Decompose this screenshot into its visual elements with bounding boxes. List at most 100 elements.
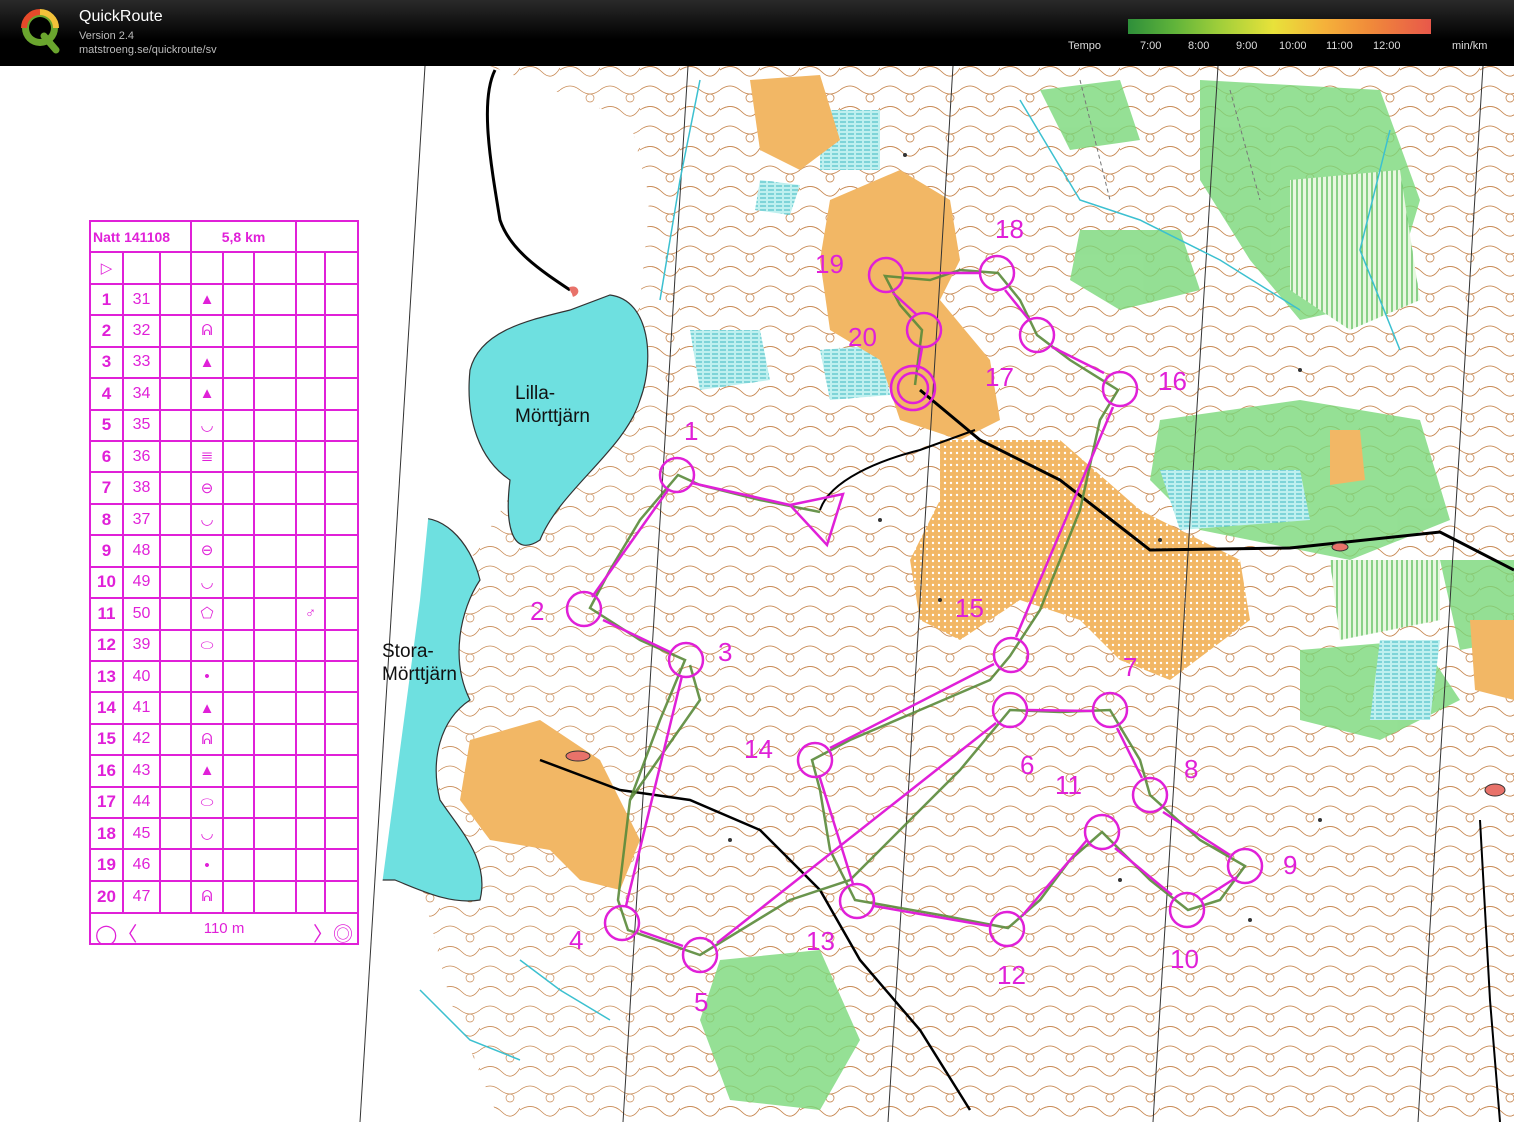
description-row: 20 47 ᕱ xyxy=(89,879,360,914)
description-row: 3 33 ▲ xyxy=(89,345,360,380)
description-row: 19 46 • xyxy=(89,848,360,882)
control-label-15: 15 xyxy=(955,593,984,623)
finish-distance: 110 m xyxy=(203,919,245,937)
control-number: 7 xyxy=(89,471,124,505)
tempo-tick: 7:00 xyxy=(1140,40,1162,52)
tempo-tick: 11:00 xyxy=(1326,40,1353,52)
tempo-unit: min/km xyxy=(1452,40,1488,52)
control-label-6: 6 xyxy=(1020,750,1035,780)
lake-name-line1: Stora- xyxy=(382,641,434,662)
description-row: 7 38 ⊖ xyxy=(89,471,360,505)
control-code: 44 xyxy=(122,785,161,820)
feature-symbol-icon: ᕱ xyxy=(190,722,225,757)
description-row: 8 37 ◡ xyxy=(89,502,360,537)
feature-symbol-icon: ◡ xyxy=(190,408,225,442)
description-row: 17 44 ⬭ xyxy=(89,785,360,820)
control-description-table: Natt 141108 5,8 km ▷ 1 31 ▲ 2 32 ᕱ 3 33 ▲ 4 34 ▲ 5 35… xyxy=(88,219,360,946)
description-row: 5 35 ◡ xyxy=(89,408,360,442)
description-rows: 1 31 ▲ 2 32 ᕱ 3 33 ▲ 4 34 ▲ 5 35 ◡ 6 36 ≣ 7 38 ⊖ 8 37 ◡ 9 48 ⊖ 10 49… xyxy=(89,282,360,914)
feature-symbol-icon: ▲ xyxy=(190,377,225,411)
control-label-7: 7 xyxy=(1123,652,1138,682)
lake-name-line1: Lilla- xyxy=(515,383,556,404)
control-label-11: 11 xyxy=(1055,770,1082,800)
description-row: 12 39 ⬭ xyxy=(89,628,360,662)
appearance-symbol-icon: ♂ xyxy=(295,597,327,631)
control-label-10: 10 xyxy=(1170,944,1199,974)
app-version: Version 2.4 xyxy=(79,30,135,42)
control-label-3: 3 xyxy=(718,637,733,667)
control-code: 40 xyxy=(122,659,161,694)
feature-symbol-icon: • xyxy=(190,659,225,694)
control-number: 16 xyxy=(89,754,124,788)
control-code: 31 xyxy=(122,282,161,317)
control-label-20: 20 xyxy=(848,322,877,352)
control-label-18: 18 xyxy=(995,214,1024,244)
description-row: 13 40 • xyxy=(89,659,360,694)
control-number: 13 xyxy=(89,659,124,694)
description-row: 9 48 ⊖ xyxy=(89,534,360,568)
tempo-tick: 9:00 xyxy=(1236,40,1258,52)
feature-symbol-icon: ⊖ xyxy=(190,471,225,505)
feature-symbol-icon: ⬭ xyxy=(190,628,225,662)
tempo-color-scale xyxy=(1128,19,1431,34)
tempo-tick: 12:00 xyxy=(1373,40,1401,52)
control-number: 2 xyxy=(89,314,124,348)
control-code: 49 xyxy=(122,565,161,600)
feature-symbol-icon: ⬠ xyxy=(190,597,225,631)
control-number: 5 xyxy=(89,408,124,442)
control-code: 38 xyxy=(122,471,161,505)
control-code: 32 xyxy=(122,314,161,348)
control-label-13: 13 xyxy=(806,926,835,956)
control-number: 10 xyxy=(89,565,124,600)
control-number: 12 xyxy=(89,628,124,662)
description-row: 2 32 ᕱ xyxy=(89,314,360,348)
control-code: 43 xyxy=(122,754,161,788)
description-row: 4 34 ▲ xyxy=(89,377,360,411)
description-row: 18 45 ◡ xyxy=(89,817,360,851)
control-label-4: 4 xyxy=(569,925,584,955)
feature-symbol-icon: ▲ xyxy=(190,345,225,380)
description-row: 15 42 ᕱ xyxy=(89,722,360,757)
feature-symbol-icon: ▲ xyxy=(190,691,225,725)
control-code: 35 xyxy=(122,408,161,442)
control-label-5: 5 xyxy=(694,987,709,1017)
control-label-1: 1 xyxy=(684,416,699,446)
tempo-tick: 10:00 xyxy=(1279,40,1307,52)
control-number: 18 xyxy=(89,817,124,851)
control-number: 11 xyxy=(89,597,124,631)
feature-symbol-icon: ◡ xyxy=(190,565,225,600)
control-code: 41 xyxy=(122,691,161,725)
control-number: 14 xyxy=(89,691,124,725)
control-code: 50 xyxy=(122,597,161,631)
feature-symbol-icon: ▲ xyxy=(190,754,225,788)
course-length: 5,8 km xyxy=(190,219,298,254)
control-label-17: 17 xyxy=(985,362,1014,392)
control-number: 3 xyxy=(89,345,124,380)
control-number: 19 xyxy=(89,848,124,882)
description-row: 6 36 ≣ xyxy=(89,439,360,474)
finish-from-control-icon: ◯〈 xyxy=(95,923,138,944)
control-label-2: 2 xyxy=(530,596,545,626)
control-code: 47 xyxy=(122,879,161,914)
event-name: Natt 141108 xyxy=(88,219,193,254)
start-row: ▷ xyxy=(89,251,360,285)
lake-label-lilla: Lilla- Mörttjärn xyxy=(515,382,590,428)
start-triangle-icon: ▷ xyxy=(89,251,124,285)
description-row: 14 41 ▲ xyxy=(89,691,360,725)
control-number: 9 xyxy=(89,534,124,568)
control-label-19: 19 xyxy=(815,249,844,279)
control-code: 46 xyxy=(122,848,161,882)
control-label-9: 9 xyxy=(1283,850,1298,880)
feature-symbol-icon: ◡ xyxy=(190,502,225,537)
feature-symbol-icon: ≣ xyxy=(190,439,225,474)
control-number: 20 xyxy=(89,879,124,914)
feature-symbol-icon: ▲ xyxy=(190,282,225,317)
description-header-row: Natt 141108 5,8 km xyxy=(88,219,360,254)
finish-circle-icon: 〉◎ xyxy=(313,923,354,944)
control-code: 34 xyxy=(122,377,161,411)
app-header: QuickRoute Version 2.4 matstroeng.se/qui… xyxy=(0,0,1514,66)
feature-symbol-icon: ⬭ xyxy=(190,785,225,820)
feature-symbol-icon: ᕱ xyxy=(190,879,225,914)
quickroute-logo-icon xyxy=(21,9,60,54)
app-url[interactable]: matstroeng.se/quickroute/sv xyxy=(79,44,217,56)
